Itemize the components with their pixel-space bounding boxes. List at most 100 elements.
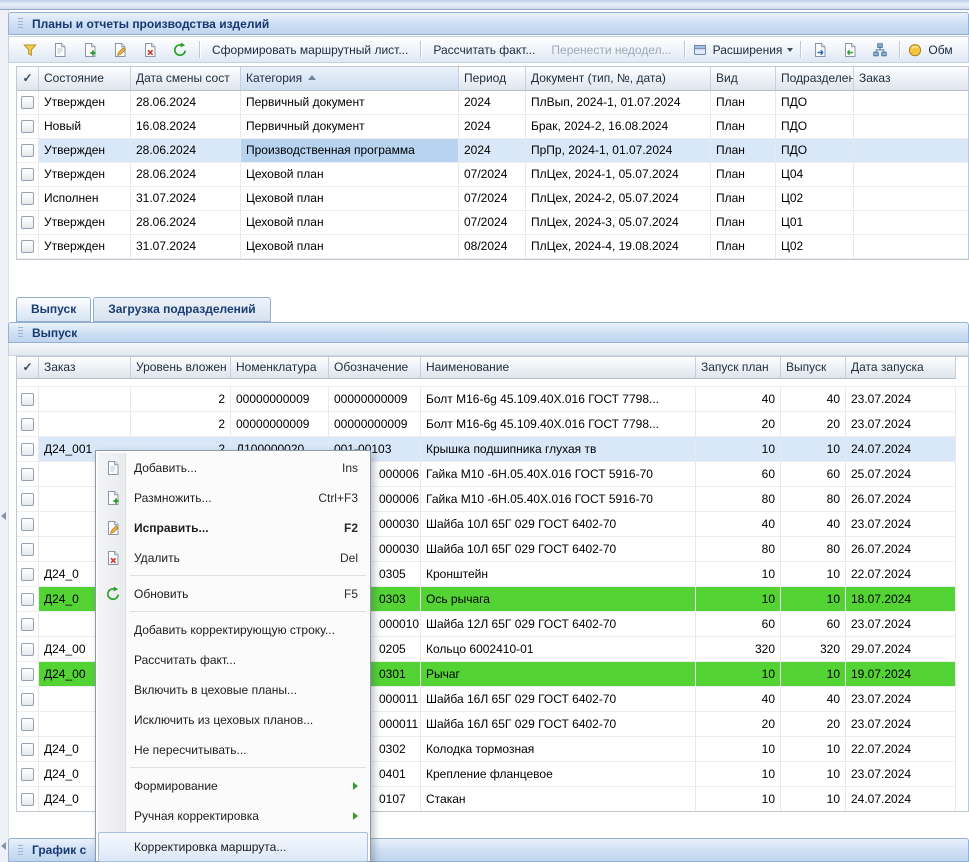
row-checkbox[interactable]	[21, 393, 34, 406]
cell-departments: Ц02	[776, 187, 854, 211]
table-row[interactable]: Исполнен31.07.2024Цеховой план07/2024ПлЦ…	[17, 187, 968, 211]
menu-item-do-not-recalculate[interactable]: Не пересчитывать...	[98, 735, 368, 765]
cell-launch-date: 26.07.2024	[846, 487, 956, 512]
form-route-sheet-button[interactable]: Сформировать маршрутный лист...	[204, 39, 416, 61]
add-document-icon	[52, 42, 68, 58]
column-header-designation[interactable]: Обозначение	[329, 357, 421, 379]
panel-grip-icon	[18, 327, 23, 338]
refresh-button[interactable]	[165, 39, 195, 61]
submenu-arrow-icon	[353, 782, 358, 790]
column-header-name[interactable]: Наименование	[421, 357, 696, 379]
column-header-item-number[interactable]: Номенклатура	[231, 357, 329, 379]
copy-document-button[interactable]	[75, 39, 105, 61]
row-checkbox[interactable]	[21, 768, 34, 781]
table-row[interactable]: 20000000000900000000009Болт М16-6g 45.10…	[17, 387, 968, 412]
splitter-collapse-icon[interactable]	[1, 842, 6, 850]
edit-document-button[interactable]	[105, 39, 135, 61]
row-checkbox[interactable]	[21, 468, 34, 481]
cell-name: Шайба 16Л 65Г 029 ГОСТ 6402-70	[421, 712, 696, 737]
row-checkbox[interactable]	[21, 518, 34, 531]
menu-item-route-correction[interactable]: Корректировка маршрута...	[98, 832, 368, 862]
row-checkbox[interactable]	[21, 718, 34, 731]
menu-item-manual-correction[interactable]: Ручная корректировка	[98, 801, 368, 831]
column-header-date-changed[interactable]: Дата смены сост	[131, 67, 241, 91]
splitter-collapse-icon[interactable]	[1, 512, 6, 520]
row-checkbox[interactable]	[21, 96, 34, 109]
table-row[interactable]: Н4_2	[17, 379, 968, 387]
table-row[interactable]: Утвержден28.06.2024Производственная прог…	[17, 139, 968, 163]
row-checkbox[interactable]	[21, 543, 34, 556]
menu-item-shortcut: Del	[320, 551, 358, 565]
table-row[interactable]: Утвержден28.06.2024Цеховой план07/2024Пл…	[17, 211, 968, 235]
column-header-check[interactable]: ✓	[17, 67, 39, 91]
row-checkbox[interactable]	[21, 192, 34, 205]
column-header-output[interactable]: Выпуск	[781, 357, 846, 379]
column-header-period[interactable]: Период	[459, 67, 526, 91]
menu-item-add-correction-row[interactable]: Добавить корректирующую строку...	[98, 615, 368, 645]
tab-output[interactable]: Выпуск	[16, 297, 91, 322]
row-checkbox[interactable]	[21, 240, 34, 253]
menu-item-refresh[interactable]: ОбновитьF5	[98, 579, 368, 609]
menu-item-formation[interactable]: Формирование	[98, 771, 368, 801]
column-header-departments[interactable]: Подразделения	[776, 67, 854, 91]
extensions-button[interactable]: Расширения	[689, 39, 797, 61]
delete-document-button[interactable]	[135, 39, 165, 61]
column-header-kind[interactable]: Вид	[711, 67, 776, 91]
row-checkbox[interactable]	[21, 568, 34, 581]
cell-launch-date: 23.07.2024	[846, 712, 956, 737]
column-header-document[interactable]: Документ (тип, №, дата)	[526, 67, 711, 91]
row-checkbox[interactable]	[21, 668, 34, 681]
row-checkbox[interactable]	[21, 793, 34, 806]
column-header-order[interactable]: Заказ	[39, 357, 131, 379]
table-row[interactable]: Новый16.08.2024Первичный документ2024Бра…	[17, 115, 968, 139]
cell-period: 07/2024	[459, 211, 526, 235]
table-row[interactable]: Утвержден28.06.2024Цеховой план07/2024Пл…	[17, 163, 968, 187]
tab-department-load[interactable]: Загрузка подразделений	[93, 297, 270, 322]
exchange-icon	[907, 42, 923, 58]
menu-item-exclude-from-shop-plans[interactable]: Исключить из цеховых планов...	[98, 705, 368, 735]
column-header-launch-date[interactable]: Дата запуска	[846, 357, 956, 379]
row-checkbox[interactable]	[21, 168, 34, 181]
row-checkbox[interactable]	[21, 643, 34, 656]
filter-button[interactable]	[15, 39, 45, 61]
menu-item-label: Включить в цеховые планы...	[134, 683, 297, 697]
cell-check	[17, 487, 39, 512]
menu-item-edit[interactable]: Исправить...F2	[98, 513, 368, 543]
table-row[interactable]: Утвержден28.06.2024Первичный документ202…	[17, 91, 968, 115]
row-checkbox[interactable]	[21, 618, 34, 631]
row-checkbox[interactable]	[21, 418, 34, 431]
table-row[interactable]: Утвержден31.07.2024Цеховой план08/2024Пл…	[17, 235, 968, 259]
cell-output: 10	[781, 662, 846, 687]
column-header-level[interactable]: Уровень вложен	[131, 357, 231, 379]
row-checkbox[interactable]	[21, 693, 34, 706]
table-row[interactable]: 20000000000900000000009Болт М16-6g 45.10…	[17, 412, 968, 437]
column-header-check[interactable]: ✓	[17, 357, 39, 379]
row-checkbox[interactable]	[21, 144, 34, 157]
row-checkbox[interactable]	[21, 593, 34, 606]
cell-name: Крышка подшипника глухая тв	[421, 437, 696, 462]
cell-launch-plan: 40	[696, 687, 781, 712]
column-header-order[interactable]: Заказ	[854, 67, 969, 91]
exchange-button[interactable]: Обм	[904, 39, 955, 61]
add-document-button[interactable]	[45, 39, 75, 61]
row-checkbox[interactable]	[21, 743, 34, 756]
import-document-button[interactable]	[835, 39, 865, 61]
menu-item-calculate-fact[interactable]: Рассчитать факт...	[98, 645, 368, 675]
calculate-fact-button[interactable]: Рассчитать факт...	[425, 39, 543, 61]
hierarchy-button[interactable]	[865, 39, 895, 61]
row-checkbox[interactable]	[21, 216, 34, 229]
column-header-launch-plan[interactable]: Запуск план	[696, 357, 781, 379]
move-backlog-button[interactable]: Перенести недодел...	[543, 39, 679, 61]
export-document-button[interactable]	[805, 39, 835, 61]
column-header-status[interactable]: Состояние	[39, 67, 131, 91]
row-checkbox[interactable]	[21, 493, 34, 506]
cell-launch-plan: 10	[696, 737, 781, 762]
row-checkbox[interactable]	[21, 120, 34, 133]
menu-item-add[interactable]: Добавить...Ins	[98, 453, 368, 483]
cell-category: Производственная программа	[241, 139, 459, 163]
menu-item-delete[interactable]: УдалитьDel	[98, 543, 368, 573]
row-checkbox[interactable]	[21, 443, 34, 456]
menu-item-duplicate[interactable]: Размножить...Ctrl+F3	[98, 483, 368, 513]
column-header-category[interactable]: Категория	[241, 67, 459, 91]
menu-item-include-in-shop-plans[interactable]: Включить в цеховые планы...	[98, 675, 368, 705]
